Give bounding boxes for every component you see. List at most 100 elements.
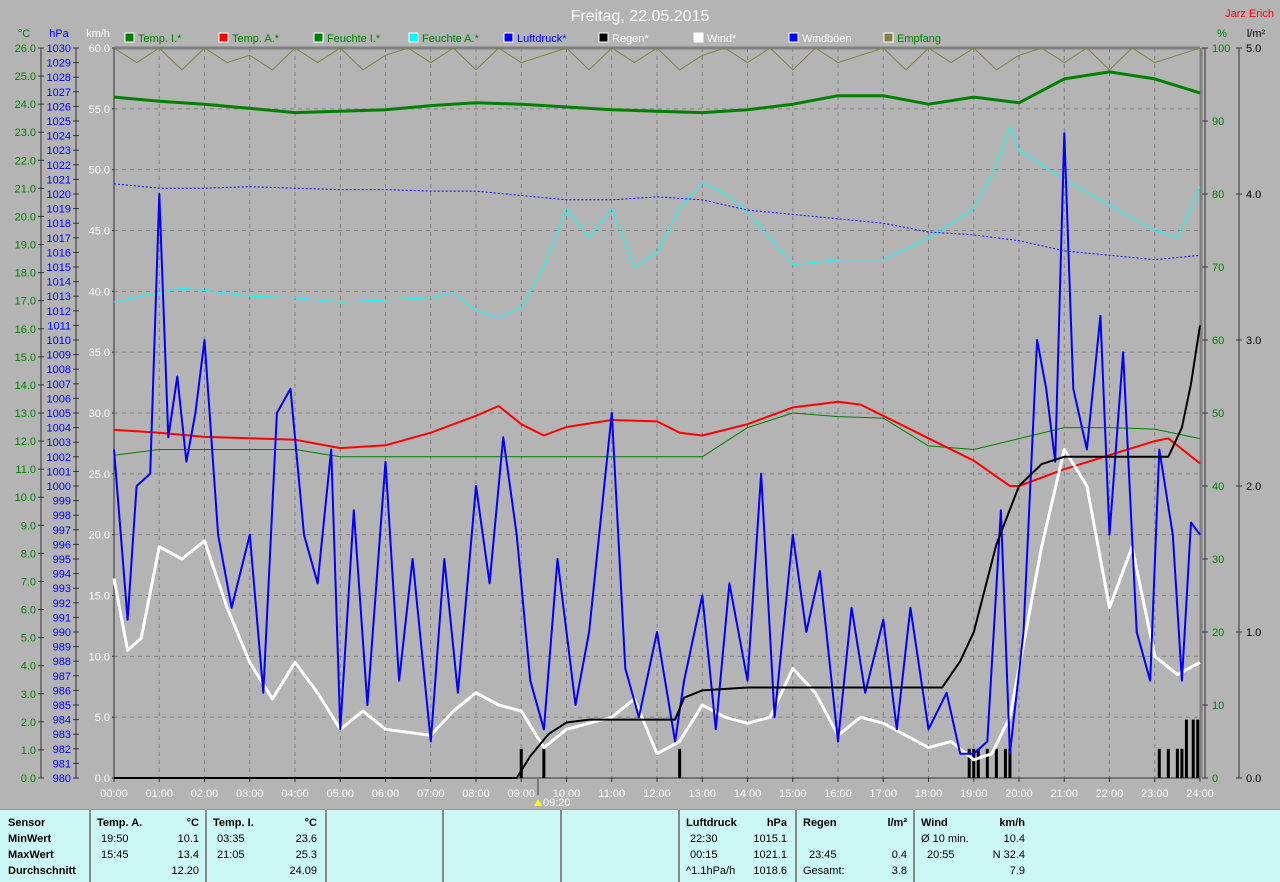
stats-col-empty bbox=[560, 810, 678, 882]
x-tick-label: 04:00 bbox=[281, 788, 309, 800]
axis-label-pressure: 1023 bbox=[47, 145, 71, 157]
x-tick-label: 13:00 bbox=[688, 788, 716, 800]
axis-label-pressure: 996 bbox=[53, 539, 71, 551]
time-marker-icon[interactable] bbox=[534, 799, 542, 806]
axis-label-pressure: 993 bbox=[53, 583, 71, 595]
axis-label-pressure: 1022 bbox=[47, 160, 71, 172]
axis-label-pressure: 1016 bbox=[47, 247, 71, 259]
axis-label-pressure: 1005 bbox=[47, 408, 71, 420]
x-tick-label: 09:00 bbox=[507, 788, 535, 800]
x-tick-label: 18:00 bbox=[915, 788, 943, 800]
axis-label-pressure: 1026 bbox=[47, 101, 71, 113]
avg-value: 24.09 bbox=[289, 865, 317, 877]
unit: °C bbox=[186, 817, 199, 829]
max-value: 1021.1 bbox=[753, 849, 787, 861]
axis-label-pressure: 987 bbox=[53, 671, 71, 683]
axis-label-pressure: 985 bbox=[53, 700, 71, 712]
axis-label-pressure: 1011 bbox=[47, 320, 71, 332]
x-tick-label: 14:00 bbox=[734, 788, 762, 800]
axis-label-temp: 17.0 bbox=[15, 296, 36, 308]
total-label: Gesamt: bbox=[803, 865, 845, 877]
legend-swatch bbox=[788, 32, 799, 43]
x-tick-label: 11:00 bbox=[598, 788, 625, 800]
legend-swatch bbox=[218, 32, 229, 43]
axis-label-pressure: 990 bbox=[53, 627, 71, 639]
axis-label-pressure: 1029 bbox=[47, 58, 71, 70]
axis-label-rain: 4.0 bbox=[1246, 189, 1261, 201]
axis-label-pressure: 1013 bbox=[47, 291, 71, 303]
axis-label-humidity: 70 bbox=[1212, 262, 1224, 274]
unit: °C bbox=[304, 817, 317, 829]
legend-label: Temp. A.* bbox=[232, 33, 280, 45]
axis-label-pressure: 1009 bbox=[47, 350, 71, 362]
legend-label: Empfang bbox=[897, 33, 941, 45]
axis-label-wind: 15.0 bbox=[89, 591, 110, 603]
axis-label-humidity: 30 bbox=[1212, 554, 1224, 566]
legend-swatch bbox=[598, 32, 609, 43]
stats-table: Sensor MinWert MaxWert Durchschnitt Temp… bbox=[0, 809, 1280, 882]
max-time: 00:15 bbox=[690, 849, 718, 861]
x-tick-label: 21:00 bbox=[1050, 788, 1078, 800]
axis-label-humidity: 80 bbox=[1212, 189, 1224, 201]
axis-label-humidity: 10 bbox=[1212, 700, 1224, 712]
axis-label-pressure: 1024 bbox=[47, 131, 71, 143]
time-marker-label: 09:20 bbox=[543, 797, 571, 808]
axis-label-temp: 14.0 bbox=[15, 380, 36, 392]
axis-label-temp: 11.0 bbox=[15, 464, 36, 476]
max-time: 20:55 bbox=[927, 849, 955, 861]
axis-label-temp: 18.0 bbox=[15, 268, 36, 280]
axis-label-temp: 5.0 bbox=[21, 633, 36, 645]
chart-title: Freitag, 22.05.2015 bbox=[571, 8, 710, 25]
avg-value: 1018.6 bbox=[753, 865, 787, 877]
row-label-avg: Durchschnitt bbox=[8, 865, 76, 877]
axis-label-temp: 8.0 bbox=[21, 548, 36, 560]
legend: Temp. I.* Temp. A.* Feuchte I.* Feuchte A.*… bbox=[124, 32, 941, 45]
x-tick-label: 19:00 bbox=[960, 788, 988, 800]
stats-col-sensor: Sensor MinWert MaxWert Durchschnitt bbox=[0, 810, 90, 882]
axis-label-wind: 60.0 bbox=[89, 43, 110, 55]
axis-label-pressure: 1010 bbox=[47, 335, 71, 347]
axis-label-pressure: 997 bbox=[53, 525, 71, 537]
axis-label-pressure: 980 bbox=[53, 773, 71, 785]
axis-label-pressure: 995 bbox=[53, 554, 71, 566]
axis-unit-wind: km/h bbox=[86, 28, 110, 40]
axis-label-pressure: 1003 bbox=[47, 437, 71, 449]
axis-unit-rain: l/m² bbox=[1247, 28, 1266, 40]
axis-label-pressure: 994 bbox=[53, 569, 71, 581]
axis-label-temp: 22.0 bbox=[15, 155, 36, 167]
axis-label-temp: 7.0 bbox=[21, 576, 36, 588]
legend-label: Temp. I.* bbox=[138, 33, 182, 45]
axis-label-rain: 0.0 bbox=[1246, 773, 1261, 785]
axis-label-pressure: 991 bbox=[53, 612, 71, 624]
axis-label-humidity: 0 bbox=[1212, 773, 1218, 785]
axis-label-temp: 19.0 bbox=[15, 240, 36, 252]
legend-label: Wind* bbox=[707, 33, 737, 45]
axis-label-wind: 55.0 bbox=[89, 104, 110, 116]
legend-swatch bbox=[693, 32, 704, 43]
axis-label-pressure: 1018 bbox=[47, 218, 71, 230]
min-time: 19:50 bbox=[101, 833, 129, 845]
legend-swatch bbox=[503, 32, 514, 43]
axis-label-temp: 6.0 bbox=[21, 605, 36, 617]
axis-label-humidity: 100 bbox=[1212, 43, 1230, 55]
x-tick-label: 16:00 bbox=[824, 788, 852, 800]
axis-label-pressure: 981 bbox=[53, 758, 71, 770]
x-tick-label: 17:00 bbox=[869, 788, 897, 800]
axis-label-pressure: 1025 bbox=[47, 116, 71, 128]
header-temp-a: Temp. A. bbox=[97, 817, 143, 829]
axis-label-pressure: 1021 bbox=[47, 174, 71, 186]
axis-label-humidity: 50 bbox=[1212, 408, 1224, 420]
axis-label-pressure: 1019 bbox=[47, 204, 71, 216]
x-tick-label: 08:00 bbox=[462, 788, 490, 800]
legend-label: Regen* bbox=[612, 33, 649, 45]
axis-label-temp: 1.0 bbox=[21, 745, 36, 757]
legend-swatch bbox=[124, 32, 135, 43]
author-label: Jarz Erich bbox=[1225, 8, 1274, 20]
legend-label: Feuchte A.* bbox=[422, 33, 480, 45]
axis-label-temp: 25.0 bbox=[15, 71, 36, 83]
header-sensor: Sensor bbox=[8, 817, 46, 829]
x-tick-label: 02:00 bbox=[191, 788, 219, 800]
min-value: 1015.1 bbox=[753, 833, 787, 845]
header-pressure: Luftdruck bbox=[686, 817, 737, 829]
axis-label-temp: 23.0 bbox=[15, 127, 36, 139]
